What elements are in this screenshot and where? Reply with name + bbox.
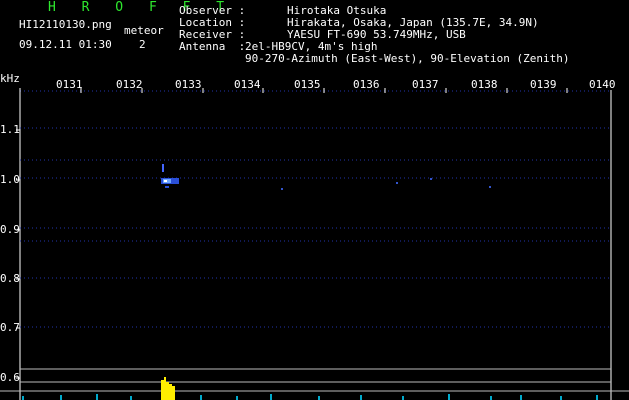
meteor-echo: [161, 164, 179, 188]
x-tick-label: 0139: [530, 78, 557, 91]
event-type-label: meteor: [124, 24, 164, 37]
y-tick-label: 0.6: [0, 371, 20, 384]
y-unit-label: kHz: [0, 72, 20, 85]
x-tick-label: 0132: [116, 78, 143, 91]
x-tick-label: 0136: [353, 78, 380, 91]
filename-label: HI12110130.png: [19, 18, 112, 31]
x-tick-label: 0133: [175, 78, 202, 91]
noise-dots: [281, 178, 491, 190]
x-tick-label: 0137: [412, 78, 439, 91]
event-count-label: 2: [139, 38, 146, 51]
x-tick-label: 0135: [294, 78, 321, 91]
grid-lines: [20, 90, 611, 328]
signal-burst: [161, 377, 175, 400]
y-tick-label: 0.9: [0, 223, 20, 236]
y-tick-label: 0.7: [0, 321, 20, 334]
y-tick-label: 0.8: [0, 272, 20, 285]
x-tick-label: 0134: [234, 78, 261, 91]
antenna-value-2: 90-270-Azimuth (East-West), 90-Elevation…: [245, 52, 570, 65]
y-tick-label: 1.1: [0, 123, 20, 136]
x-tick-label: 0140: [589, 78, 616, 91]
y-tick-marks: [16, 129, 20, 379]
x-tick-label: 0138: [471, 78, 498, 91]
datetime-label: 09.12.11 01:30: [19, 38, 112, 51]
x-tick-label: 0131: [56, 78, 83, 91]
reference-lines: [0, 368, 629, 392]
y-tick-label: 1.0: [0, 173, 20, 186]
antenna-label: Antenna :: [179, 40, 246, 53]
baseline-noise: [22, 394, 598, 400]
